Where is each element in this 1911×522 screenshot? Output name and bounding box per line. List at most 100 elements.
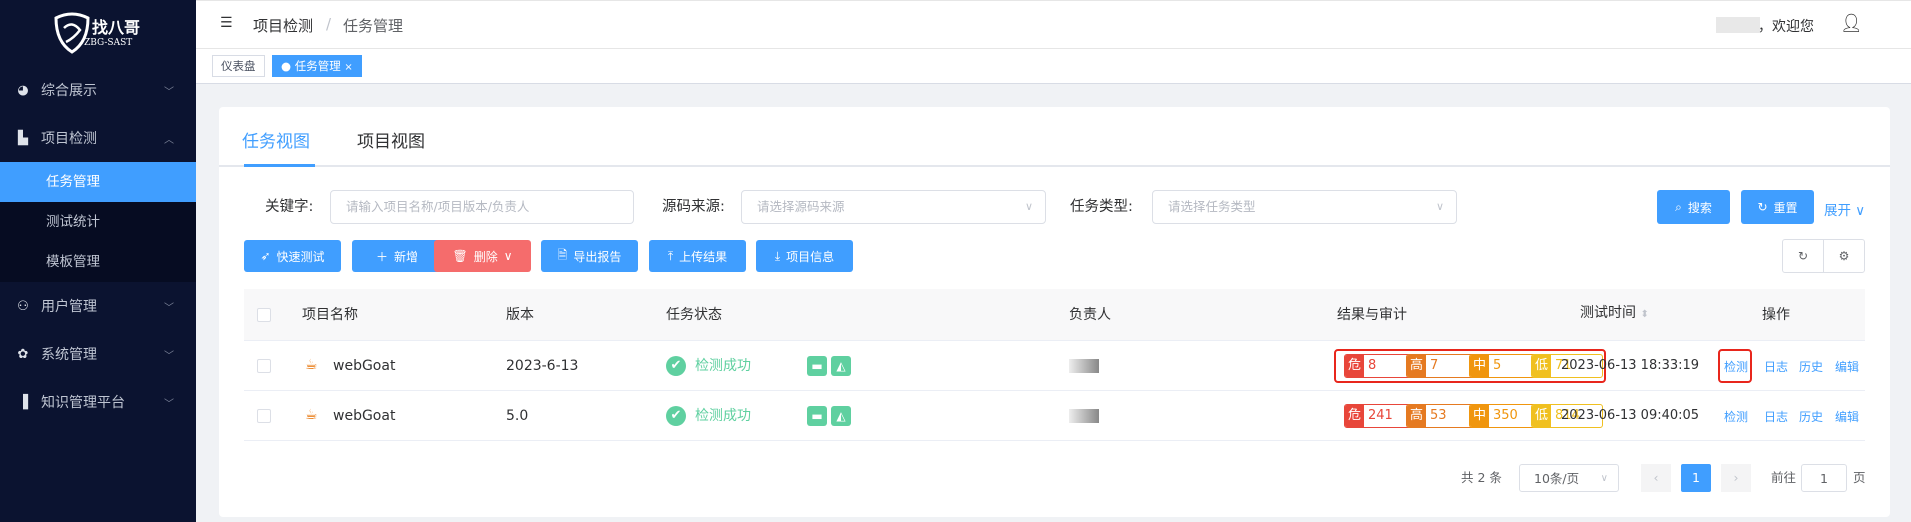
action-log-link[interactable]: 日志 <box>1764 358 1788 375</box>
action-edit-link[interactable]: 编辑 <box>1835 408 1859 425</box>
user-avatar-icon[interactable]: 👤︎ <box>1840 13 1863 34</box>
chevron-down-icon: ﹀ <box>164 350 174 362</box>
keyword-input[interactable]: 请输入项目名称/项目版本/负责人 <box>330 190 634 224</box>
severity-label: 高 <box>1407 405 1426 427</box>
page-size-select[interactable]: 10条/页 ∨ <box>1519 464 1619 492</box>
folder-icon[interactable]: ▬ <box>807 356 827 376</box>
menu-label: 用户管理 <box>41 299 97 315</box>
chevron-down-icon: ∨ <box>1600 473 1608 484</box>
gear-icon: ⚙ <box>1838 249 1850 263</box>
page-size-value: 10条/页 <box>1534 471 1580 486</box>
sort-icon: ⬍ <box>1640 309 1649 320</box>
page-1-button[interactable]: 1 <box>1681 464 1711 492</box>
column-settings-button[interactable]: ⚙ <box>1823 239 1865 273</box>
plus-icon: ＋ <box>375 249 388 264</box>
bug-report-icon[interactable]: ◭ <box>831 406 851 426</box>
dashboard-icon: ◕ <box>17 82 29 98</box>
sidebar-item-user-management[interactable]: ⚇ 用户管理 ﹀ <box>0 282 196 330</box>
breadcrumb-current: 任务管理 <box>343 17 404 35</box>
severity-high-badge[interactable]: 高 53 <box>1406 404 1478 428</box>
expand-link[interactable]: 展开 ∨ <box>1824 199 1865 219</box>
row-checkbox[interactable] <box>257 359 271 373</box>
quick-test-label: 快速测试 <box>276 249 325 264</box>
severity-label: 危 <box>1345 355 1364 377</box>
download-icon: ⤓ <box>774 248 781 263</box>
severity-high-badge[interactable]: 高7 <box>1406 354 1478 378</box>
search-button[interactable]: ⌕ 搜索 <box>1657 190 1730 224</box>
refresh-icon: ↻ <box>1757 200 1768 214</box>
action-history-link[interactable]: 历史 <box>1799 358 1823 375</box>
tab-active-bar <box>244 164 315 167</box>
menu-label: 综合展示 <box>41 83 97 99</box>
delete-button[interactable]: 🗑︎ 删除 ∨ <box>434 240 531 272</box>
severity-label: 中 <box>1470 355 1489 377</box>
expand-label: 展开 <box>1824 203 1851 219</box>
upload-icon: ⤒ <box>667 248 674 263</box>
tab-project-view[interactable]: 项目视图 <box>357 127 425 152</box>
severity-count: 7 <box>1430 358 1439 373</box>
severity-count: 8 <box>1368 358 1377 373</box>
quick-test-button[interactable]: ➶ 快速测试 <box>244 240 341 272</box>
action-detect-link[interactable]: 检测 <box>1724 408 1748 425</box>
column-header-version: 版本 <box>506 307 534 323</box>
folder-icon[interactable]: ▬ <box>807 406 827 426</box>
task-status: 检测成功 <box>695 358 751 374</box>
sidebar-item-overview[interactable]: ◕ 综合展示 ﹀ <box>0 66 196 114</box>
tag-task-management[interactable]: ● 任务管理 × <box>272 55 362 77</box>
export-report-button[interactable]: 🗎 导出报告 <box>541 240 638 272</box>
severity-count: 5 <box>1493 358 1502 373</box>
task-type-placeholder: 请选择任务类型 <box>1168 199 1256 214</box>
add-button[interactable]: ＋ 新增 <box>352 240 442 272</box>
chevron-down-icon: ﹀ <box>164 302 174 314</box>
delete-label: 删除 <box>473 249 498 264</box>
sidebar-item-project-detection[interactable]: ▙ 项目检测 ︿ <box>0 114 196 162</box>
action-history-link[interactable]: 历史 <box>1799 408 1823 425</box>
project-info-button[interactable]: ⤓ 项目信息 <box>756 240 853 272</box>
action-log-link[interactable]: 日志 <box>1764 408 1788 425</box>
menu-label: 项目检测 <box>41 131 97 147</box>
export-label: 导出报告 <box>573 249 622 264</box>
chevron-down-icon: ﹀ <box>164 86 174 98</box>
upload-label: 上传结果 <box>679 249 728 264</box>
row-checkbox[interactable] <box>257 409 271 423</box>
bug-report-icon[interactable]: ◭ <box>831 356 851 376</box>
sidebar-item-task-management[interactable]: 任务管理 <box>0 162 196 202</box>
project-name: webGoat <box>333 408 396 424</box>
task-type-select[interactable]: 请选择任务类型 ∨ <box>1152 190 1457 224</box>
sidebar-item-knowledge[interactable]: ▐ 知识管理平台 ﹀ <box>0 378 196 426</box>
column-header-time[interactable]: 测试时间 ⬍ <box>1580 303 1649 325</box>
tab-task-view[interactable]: 任务视图 <box>242 127 310 152</box>
username-redacted <box>1716 17 1760 33</box>
page-suffix: 页 <box>1853 470 1866 485</box>
chevron-down-icon: ∨ <box>1435 200 1444 213</box>
menu-label: 知识管理平台 <box>41 395 125 411</box>
action-edit-link[interactable]: 编辑 <box>1835 358 1859 375</box>
select-all-checkbox[interactable] <box>257 308 271 322</box>
keyword-label: 关键字: <box>265 199 314 215</box>
refresh-table-button[interactable]: ↻ <box>1782 239 1824 273</box>
owner-redacted <box>1069 409 1099 423</box>
hamburger-icon[interactable]: ☰ <box>220 15 233 31</box>
sidebar-item-test-stats[interactable]: 测试统计 <box>0 202 196 242</box>
sidebar-item-system-management[interactable]: ✿ 系统管理 ﹀ <box>0 330 196 378</box>
project-name: webGoat <box>333 358 396 374</box>
users-icon: ⚇ <box>17 298 29 314</box>
version: 2023-6-13 <box>506 358 579 374</box>
severity-label: 中 <box>1470 405 1489 427</box>
severity-label: 高 <box>1407 355 1426 377</box>
reset-button[interactable]: ↻ 重置 <box>1741 190 1814 224</box>
trash-icon: 🗑︎ <box>452 249 468 263</box>
sidebar-item-template-management[interactable]: 模板管理 <box>0 242 196 282</box>
tag-dashboard[interactable]: 仪表盘 <box>212 55 265 77</box>
next-page-button[interactable]: › <box>1721 464 1751 492</box>
task-status: 检测成功 <box>695 408 751 424</box>
upload-result-button[interactable]: ⤒ 上传结果 <box>649 240 746 272</box>
column-header-results: 结果与审计 <box>1337 307 1407 323</box>
chevron-down-icon: ∨ <box>503 249 513 263</box>
source-select[interactable]: 请选择源码来源 ∨ <box>741 190 1046 224</box>
goto-page-input[interactable]: 1 <box>1801 464 1847 492</box>
close-icon[interactable]: × <box>344 62 352 73</box>
chevron-down-icon: ∨ <box>1024 200 1033 213</box>
breadcrumb-item[interactable]: 项目检测 <box>253 15 313 36</box>
prev-page-button[interactable]: ‹ <box>1641 464 1671 492</box>
